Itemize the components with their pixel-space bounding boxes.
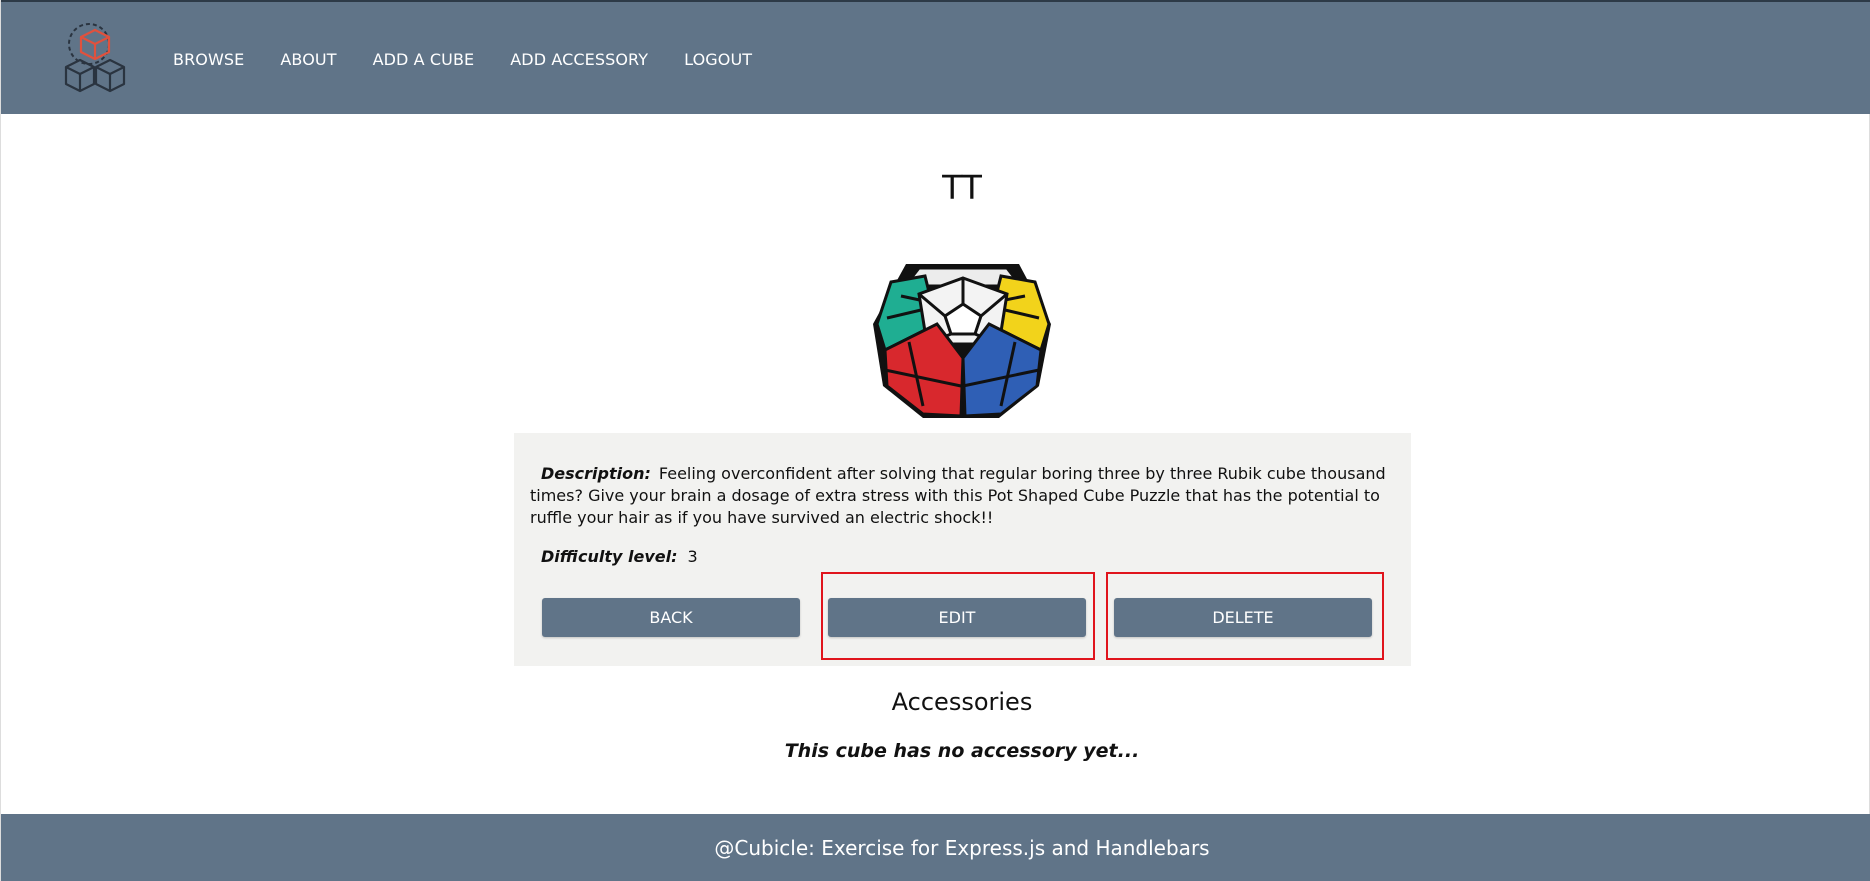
main-nav: BROWSE ABOUT ADD A CUBE ADD ACCESSORY LO… [173, 2, 788, 116]
cube-difficulty: Difficulty level: 3 [541, 547, 698, 566]
accessories-empty-message: This cube has no accessory yet... [784, 740, 1140, 762]
footer-text: @Cubicle: Exercise for Express.js and Ha… [714, 835, 1210, 860]
difficulty-label: Difficulty level: [541, 547, 678, 566]
site-header: BROWSE ABOUT ADD A CUBE ADD ACCESSORY LO… [1, 0, 1870, 114]
delete-highlight-box [1106, 572, 1384, 660]
nav-logout-link[interactable]: LOGOUT [684, 50, 752, 69]
cube-description: Description: Feeling overconfident after … [530, 463, 1390, 529]
nav-browse-link[interactable]: BROWSE [173, 50, 244, 69]
site-footer: @Cubicle: Exercise for Express.js and Ha… [1, 814, 1870, 881]
accessories-heading: Accessories [891, 688, 1033, 716]
cube-title: TT [942, 168, 982, 207]
difficulty-value: 3 [687, 547, 698, 566]
description-label: Description: [541, 464, 651, 483]
nav-about-link[interactable]: ABOUT [280, 50, 336, 69]
cubicle-logo-icon[interactable] [63, 22, 131, 94]
edit-highlight-box [821, 572, 1095, 660]
back-button[interactable]: BACK [542, 598, 800, 637]
cube-image [873, 264, 1051, 418]
nav-add-accessory-link[interactable]: ADD ACCESSORY [510, 50, 648, 69]
description-text: Feeling overconfident after solving that… [530, 464, 1386, 527]
nav-add-cube-link[interactable]: ADD A CUBE [373, 50, 475, 69]
